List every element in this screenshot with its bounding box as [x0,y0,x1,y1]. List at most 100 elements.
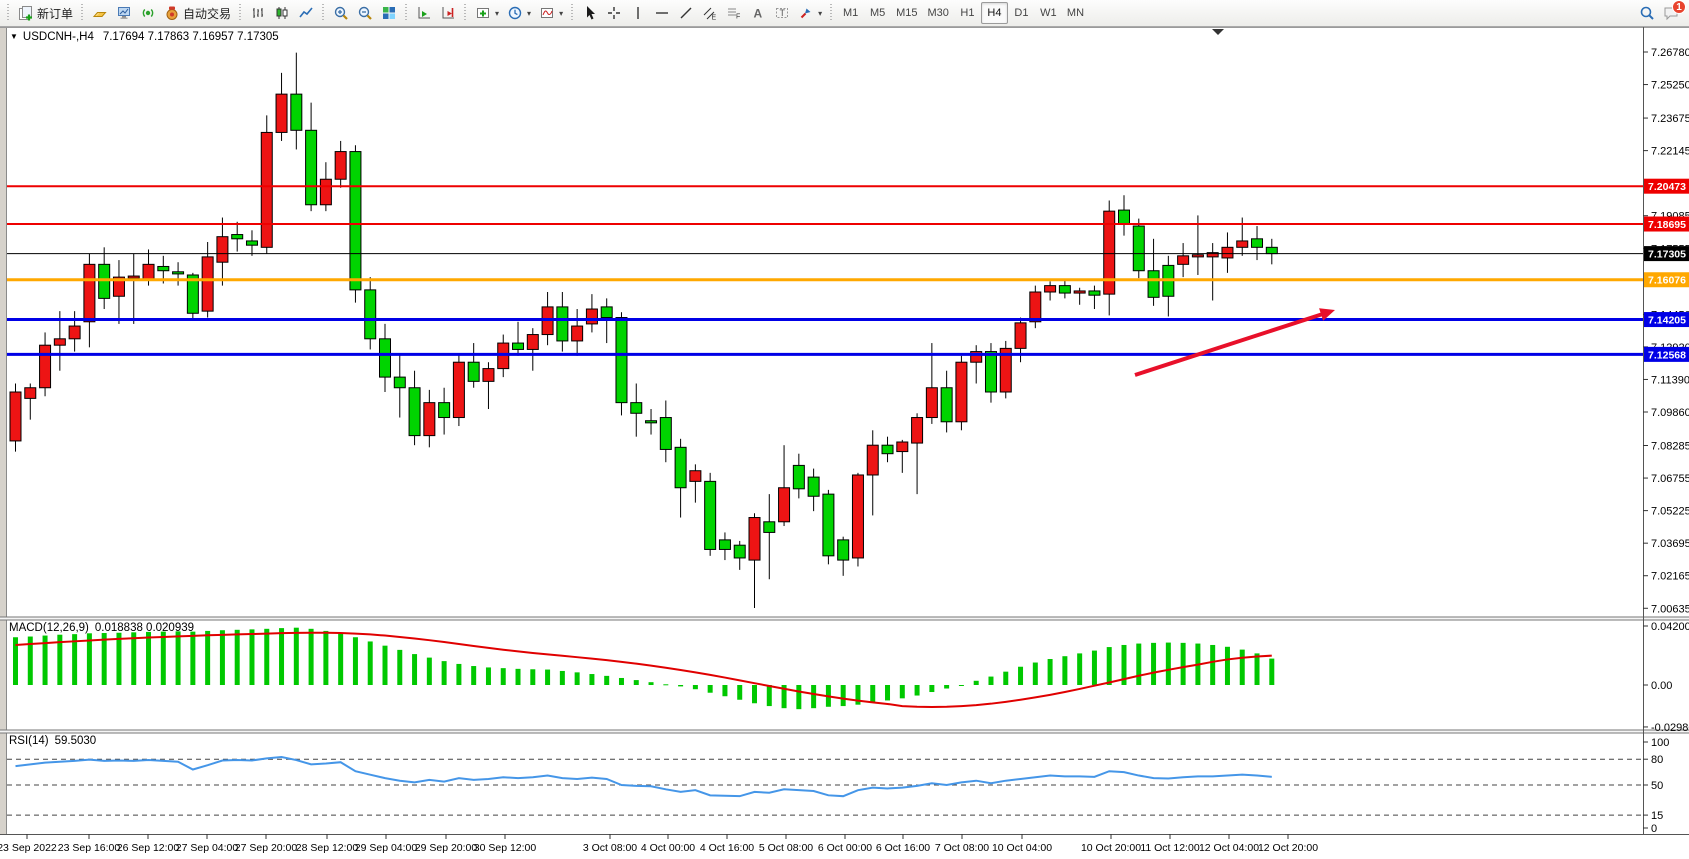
signals-button[interactable] [136,1,160,25]
svg-text:29 Sep 20:00: 29 Sep 20:00 [415,842,478,854]
svg-text:6 Oct 16:00: 6 Oct 16:00 [876,842,930,854]
new-order-button[interactable]: 新订单 [14,1,77,25]
svg-text:5 Oct 08:00: 5 Oct 08:00 [759,842,813,854]
tf-d1[interactable]: D1 [1008,2,1035,24]
svg-text:0.042001: 0.042001 [1651,621,1689,633]
search-icon [1639,5,1655,21]
zoom-out-button[interactable] [353,1,377,25]
chart-canvas[interactable]: 7.267807.252507.236757.221457.190857.175… [0,27,1689,859]
tf-w1[interactable]: W1 [1035,2,1062,24]
svg-text:0: 0 [1651,823,1657,835]
svg-text:E: E [712,15,717,22]
svg-text:7.03695: 7.03695 [1651,538,1689,550]
hline-icon [654,5,670,21]
macd-indicator-label: MACD(12,26,9)0.018838 0.020939 [9,622,194,634]
svg-text:7.14205: 7.14205 [1648,315,1686,327]
toolbar-group-grip [828,4,835,22]
toolbar-group-grip [5,4,12,22]
svg-text:3 Oct 08:00: 3 Oct 08:00 [583,842,637,854]
gold-icon [92,5,108,21]
svg-text:7.12568: 7.12568 [1648,349,1686,361]
chart-menu-icon[interactable]: ▼ [10,32,18,41]
periods-button[interactable]: ▾ [503,1,535,25]
channel-icon: E [702,5,718,21]
rsi-name: RSI(14) [9,735,49,747]
svg-text:29 Sep 04:00: 29 Sep 04:00 [355,842,418,854]
toolbar-group-grip [569,4,576,22]
tf-h1[interactable]: H1 [954,2,981,24]
svg-text:11 Oct 12:00: 11 Oct 12:00 [1140,842,1200,854]
trendline-button[interactable] [674,1,698,25]
autotrade-button[interactable]: 自动交易 [160,1,235,25]
chart-ohlc-values: 7.17694 7.17863 7.16957 7.17305 [103,31,279,43]
toolbar-group-grip [79,4,86,22]
toolbar-group-grip [403,4,410,22]
bar-chart-button[interactable] [246,1,270,25]
tf-m15[interactable]: M15 [891,2,922,24]
svg-text:7.20473: 7.20473 [1648,181,1686,193]
svg-text:7.02165: 7.02165 [1651,571,1689,583]
market-watch-button[interactable] [112,1,136,25]
notifications-button[interactable]: 1 [1659,1,1683,25]
quotes-button[interactable] [88,1,112,25]
fibonacci-icon: F [726,5,742,21]
chart-title: ▼ USDCNH-,H4 7.17694 7.17863 7.16957 7.173… [10,31,279,43]
label-icon: T [774,5,790,21]
line-icon [298,5,314,21]
rsi-indicator-label: RSI(14) 59.5030 [9,735,96,747]
chart-shift-button[interactable] [436,1,460,25]
templates-button[interactable]: ▾ [535,1,567,25]
autotrade-icon [164,5,180,21]
tf-m30[interactable]: M30 [923,2,954,24]
line-chart-button[interactable] [294,1,318,25]
zoom-in-button[interactable] [329,1,353,25]
svg-text:T: T [780,8,786,18]
trendline-icon [678,5,694,21]
svg-text:10 Oct 20:00: 10 Oct 20:00 [1081,842,1141,854]
tf-m1[interactable]: M1 [837,2,864,24]
search-button[interactable] [1635,1,1659,25]
candle-chart-button[interactable] [270,1,294,25]
cursor-button[interactable] [578,1,602,25]
svg-text:7.09860: 7.09860 [1651,407,1689,419]
crosshair-button[interactable] [602,1,626,25]
fibonacci-button[interactable]: F [722,1,746,25]
svg-text:27 Sep 04:00: 27 Sep 04:00 [176,842,239,854]
svg-text:A: A [754,7,763,21]
horizontal-line-button[interactable] [650,1,674,25]
chart-symbol-period: USDCNH-,H4 [23,31,94,43]
svg-text:30 Sep 12:00: 30 Sep 12:00 [474,842,537,854]
tile-windows-button[interactable] [377,1,401,25]
vline-icon [630,5,646,21]
macd-name: MACD(12,26,9) [9,622,89,634]
toolbar-buttons: 新订单 自动交易 ▾ ▾ ▾ E FA T ▾ M1M5M15M30H1H4D1W1MN [3,0,1089,26]
new-chart-button[interactable]: ▾ [471,1,503,25]
tf-m5[interactable]: M5 [864,2,891,24]
chart-window: 7.267807.252507.236757.221457.190857.175… [0,27,1689,859]
svg-text:100: 100 [1651,737,1669,749]
bars-icon [250,5,266,21]
svg-text:23 Sep 2022: 23 Sep 2022 [0,842,57,854]
text-label-button[interactable]: T [770,1,794,25]
vertical-line-button[interactable] [626,1,650,25]
crosshair-icon [606,5,622,21]
svg-text:12 Oct 04:00: 12 Oct 04:00 [1199,842,1259,854]
clock-icon [507,5,523,21]
autotrade-button-label: 自动交易 [183,5,231,22]
svg-text:7.23675: 7.23675 [1651,113,1689,125]
new-order-button-label: 新订单 [37,5,73,22]
tiles-icon [381,5,397,21]
channel-button[interactable]: E [698,1,722,25]
chevron-down-icon: ▾ [559,9,563,18]
svg-text:12 Oct 20:00: 12 Oct 20:00 [1258,842,1318,854]
svg-text:7.22145: 7.22145 [1651,146,1689,158]
rsi-values: 59.5030 [55,735,97,747]
auto-scroll-button[interactable] [412,1,436,25]
arrows-button[interactable]: ▾ [794,1,826,25]
tf-mn[interactable]: MN [1062,2,1089,24]
tf-h4[interactable]: H4 [981,2,1008,24]
svg-text:7.06755: 7.06755 [1651,473,1689,485]
chevron-down-icon: ▾ [527,9,531,18]
svg-text:27 Sep 20:00: 27 Sep 20:00 [235,842,298,854]
text-button[interactable]: A [746,1,770,25]
